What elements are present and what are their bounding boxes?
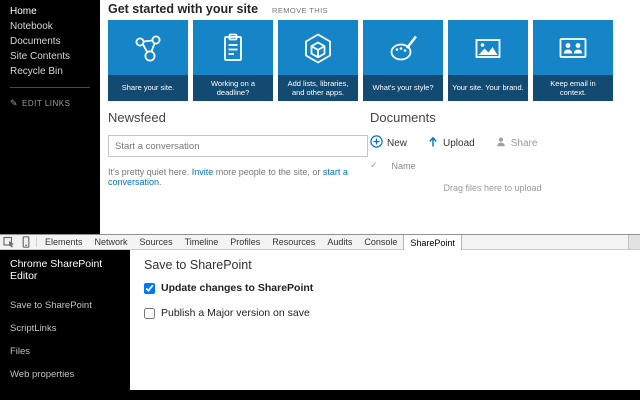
- quiet-text: more people to the site, or: [213, 167, 323, 177]
- name-column-header[interactable]: Name: [392, 161, 416, 171]
- panel-nav-scriptlinks[interactable]: ScriptLinks: [0, 317, 130, 340]
- devtools: Elements Network Sources Timeline Profil…: [0, 234, 640, 400]
- apps-hexagon-icon: [278, 20, 358, 75]
- panel-nav-files[interactable]: Files: [0, 340, 130, 363]
- share-button[interactable]: Share: [495, 136, 538, 151]
- devtools-tab-network[interactable]: Network: [89, 235, 134, 249]
- share-person-icon: [495, 136, 507, 151]
- documents-section: Documents New Upload Share ✓ Name Drag f…: [370, 110, 615, 193]
- devtools-tab-sharepoint[interactable]: SharePoint: [403, 235, 462, 250]
- upload-label: Upload: [443, 137, 475, 149]
- page-title: Get started with your site: [108, 2, 259, 16]
- update-changes-label[interactable]: Update changes to SharePoint: [161, 282, 313, 294]
- tile-caption: Keep email in context.: [533, 75, 613, 101]
- devtools-tab-sources[interactable]: Sources: [134, 235, 179, 249]
- sharepoint-content: Get started with your site REMOVE THIS S…: [100, 0, 640, 234]
- documents-title: Documents: [370, 110, 436, 125]
- documents-column-header: ✓ Name: [370, 160, 615, 171]
- devtools-tab-audits[interactable]: Audits: [321, 235, 358, 249]
- documents-toolbar: New Upload Share: [370, 135, 615, 151]
- new-label: New: [387, 137, 408, 149]
- panel-nav-web-properties[interactable]: Web properties: [0, 363, 130, 386]
- picture-icon: [448, 20, 528, 75]
- share-label: Share: [510, 137, 538, 149]
- getting-started-tiles: Share your site. Working on a deadline?: [108, 20, 613, 101]
- publish-major-label[interactable]: Publish a Major version on save: [161, 307, 310, 319]
- sidebar-item-home[interactable]: Home: [0, 4, 100, 19]
- tile-share-your-site[interactable]: Share your site.: [108, 20, 188, 101]
- tile-caption: Add lists, libraries, and other apps.: [278, 75, 358, 101]
- clipboard-icon: [193, 20, 273, 75]
- upload-arrow-icon: [427, 136, 439, 151]
- device-mode-icon[interactable]: [17, 235, 34, 249]
- tile-caption: Share your site.: [108, 75, 188, 101]
- new-document-button[interactable]: New: [370, 135, 407, 151]
- publish-major-checkbox[interactable]: [144, 307, 155, 319]
- newsfeed-empty-text: It's pretty quiet here. Invite more peop…: [108, 167, 368, 187]
- tile-add-apps[interactable]: Add lists, libraries, and other apps.: [278, 20, 358, 101]
- sidebar-item-site-contents[interactable]: Site Contents: [0, 49, 100, 64]
- tile-caption: What's your style?: [363, 75, 443, 101]
- devtools-tab-console[interactable]: Console: [358, 235, 403, 249]
- sidebar-item-notebook[interactable]: Notebook: [0, 19, 100, 34]
- sidebar: Home Notebook Documents Site Contents Re…: [0, 0, 100, 234]
- tile-caption: Working on a deadline?: [193, 75, 273, 101]
- tile-caption: Your site. Your brand.: [448, 75, 528, 101]
- edit-links-link[interactable]: ✎ EDIT LINKS: [0, 94, 100, 113]
- upload-button[interactable]: Upload: [427, 136, 475, 151]
- select-all-checkmark-icon[interactable]: ✓: [370, 160, 378, 171]
- palette-icon: [363, 20, 443, 75]
- drag-files-hint: Drag files here to upload: [443, 183, 542, 193]
- contacts-icon: [533, 20, 613, 75]
- devtools-tab-profiles[interactable]: Profiles: [224, 235, 266, 249]
- save-to-sharepoint-panel: Save to SharePoint Update changes to Sha…: [130, 250, 640, 390]
- sharepoint-page: Home Notebook Documents Site Contents Re…: [0, 0, 640, 234]
- update-changes-row: Update changes to SharePoint: [144, 282, 626, 294]
- screen: Home Notebook Documents Site Contents Re…: [0, 0, 640, 400]
- bottom-black-bar: [0, 390, 640, 400]
- share-icon: [108, 20, 188, 75]
- sidebar-item-recycle-bin[interactable]: Recycle Bin: [0, 64, 100, 79]
- tile-whats-your-style[interactable]: What's your style?: [363, 20, 443, 101]
- sidebar-item-documents[interactable]: Documents: [0, 34, 100, 49]
- devtools-tabbar: Elements Network Sources Timeline Profil…: [0, 234, 640, 250]
- edit-links-label: EDIT LINKS: [22, 99, 71, 108]
- devtools-tab-elements[interactable]: Elements: [39, 235, 89, 249]
- inspect-element-icon[interactable]: [0, 235, 17, 249]
- tile-keep-email[interactable]: Keep email in context.: [533, 20, 613, 101]
- quiet-text: .: [159, 177, 162, 187]
- conversation-input[interactable]: [108, 135, 368, 157]
- devtools-tab-resources[interactable]: Resources: [266, 235, 321, 249]
- getting-started-header: Get started with your site REMOVE THIS: [108, 2, 328, 16]
- newsfeed-title: Newsfeed: [108, 110, 166, 125]
- remove-this-link[interactable]: REMOVE THIS: [272, 6, 328, 15]
- devtools-scrollbar[interactable]: [628, 235, 640, 249]
- panel-nav-save-to-sharepoint[interactable]: Save to SharePoint: [0, 294, 130, 317]
- sharepoint-editor-title: Chrome SharePoint Editor: [10, 258, 103, 282]
- panel-heading: Save to SharePoint: [144, 258, 252, 272]
- quiet-text: It's pretty quiet here.: [108, 167, 192, 177]
- toolbar-separator: [36, 237, 37, 247]
- invite-link[interactable]: Invite: [192, 167, 214, 177]
- new-plus-icon: [370, 135, 383, 151]
- newsfeed-section: Newsfeed It's pretty quiet here. Invite …: [108, 110, 368, 187]
- devtools-tab-timeline[interactable]: Timeline: [179, 235, 225, 249]
- sidebar-divider: [10, 87, 90, 88]
- tile-working-on-deadline[interactable]: Working on a deadline?: [193, 20, 273, 101]
- tile-your-brand[interactable]: Your site. Your brand.: [448, 20, 528, 101]
- sharepoint-editor-nav: Chrome SharePoint Editor Save to SharePo…: [0, 250, 130, 400]
- update-changes-checkbox[interactable]: [144, 282, 155, 294]
- pencil-icon: ✎: [10, 98, 19, 108]
- publish-major-row: Publish a Major version on save: [144, 307, 626, 319]
